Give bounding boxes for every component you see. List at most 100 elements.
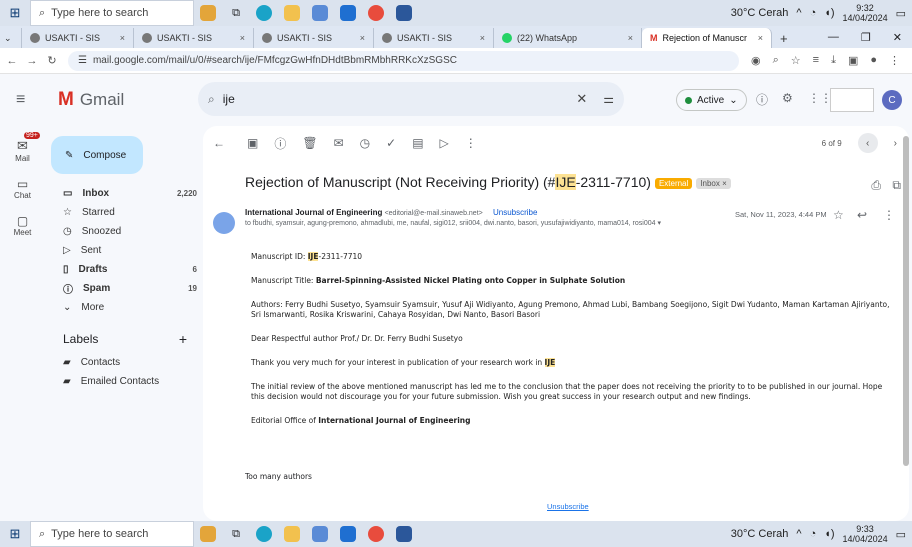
compose-button[interactable]: ✎ Compose: [51, 136, 143, 174]
eye-icon[interactable]: ◉: [751, 54, 761, 67]
weather-app-icon[interactable]: [194, 521, 222, 547]
menu-icon[interactable]: ⋮: [889, 54, 900, 67]
store-icon[interactable]: [306, 521, 334, 547]
notification-icon[interactable]: ▭: [896, 528, 906, 541]
browser-tab[interactable]: USAKTI - SIS ×: [254, 28, 374, 48]
weather-text[interactable]: 30°C Cerah: [731, 528, 789, 540]
sidebar-item-spam[interactable]: ⓘ Spam 19: [45, 279, 197, 298]
browser-tab[interactable]: USAKTI - SIS ×: [22, 28, 134, 48]
sidebar-item-starred[interactable]: ☆ Starred: [45, 203, 197, 222]
network-icon[interactable]: ◔: [810, 528, 817, 540]
sender-name[interactable]: International Journal of Engineering: [245, 208, 382, 217]
snooze-icon[interactable]: ◷: [360, 136, 370, 150]
browser-tab[interactable]: USAKTI - SIS ×: [134, 28, 254, 48]
chevron-right-icon[interactable]: ›: [894, 138, 897, 149]
sidepanel-icon[interactable]: ▣: [848, 54, 858, 67]
taskbar-search[interactable]: ⌕ Type here to search: [30, 0, 194, 26]
archive-icon[interactable]: ▣: [247, 136, 258, 150]
sidebar-item-snoozed[interactable]: ◷ Snoozed: [45, 222, 197, 241]
move-to-icon[interactable]: ▤: [412, 136, 423, 150]
add-label-icon[interactable]: +: [179, 331, 187, 347]
file-explorer-icon[interactable]: [278, 521, 306, 547]
open-new-window-icon[interactable]: ⧉: [892, 178, 901, 193]
restore-icon[interactable]: ❐: [861, 31, 871, 44]
mark-unread-icon[interactable]: ✉: [334, 136, 344, 150]
forward-icon[interactable]: →: [24, 55, 40, 67]
notification-icon[interactable]: ▭: [896, 7, 906, 20]
store-icon[interactable]: [306, 0, 334, 26]
download-icon[interactable]: ⤓: [831, 54, 836, 67]
word-icon[interactable]: [390, 0, 418, 26]
org-logo[interactable]: [830, 88, 874, 112]
sidebar-item-inbox[interactable]: ▭ Inbox 2,220: [45, 184, 197, 203]
close-window-icon[interactable]: ✕: [893, 31, 902, 44]
more-options-icon[interactable]: ⋮: [465, 136, 477, 150]
chevron-left-icon[interactable]: ‹: [857, 133, 878, 153]
clock[interactable]: 9:33 14/04/2024: [843, 524, 888, 544]
add-task-icon[interactable]: ✓: [386, 136, 396, 150]
zoom-icon[interactable]: ⌕: [773, 54, 779, 67]
sidebar-label-emailed-contacts[interactable]: ▰ Emailed Contacts: [45, 372, 197, 391]
scrollbar[interactable]: [903, 136, 909, 466]
status-active-button[interactable]: Active ⌄: [676, 89, 747, 111]
new-tab-button[interactable]: +: [772, 28, 796, 48]
chrome-icon[interactable]: [362, 0, 390, 26]
profile-icon[interactable]: ●: [870, 54, 877, 67]
volume-icon[interactable]: ◖): [824, 528, 834, 540]
volume-icon[interactable]: ◖): [824, 7, 834, 19]
sender-avatar[interactable]: [213, 212, 235, 234]
settings-icon[interactable]: ⚙: [782, 91, 793, 105]
clock[interactable]: 9:32 14/04/2024: [843, 3, 888, 23]
search-options-icon[interactable]: ⚌: [603, 92, 614, 106]
close-icon[interactable]: ×: [360, 33, 365, 43]
address-bar[interactable]: ☰ mail.google.com/mail/u/0/#search/ije/FM…: [68, 50, 739, 71]
close-icon[interactable]: ×: [120, 33, 125, 43]
close-icon[interactable]: ×: [758, 33, 763, 43]
report-spam-icon[interactable]: ⓘ: [274, 135, 286, 152]
chrome-icon[interactable]: [362, 521, 390, 547]
search-icon[interactable]: ⌕: [208, 92, 215, 107]
close-icon[interactable]: ×: [628, 33, 633, 43]
reply-icon[interactable]: ↩: [857, 208, 867, 222]
extensions-icon[interactable]: ≡: [813, 54, 819, 67]
search-input[interactable]: ⌕ ije ✕ ⚌: [198, 82, 624, 116]
account-avatar[interactable]: C: [882, 90, 902, 110]
sidebar-item-sent[interactable]: ▷ Sent: [45, 241, 197, 260]
mail-app-icon[interactable]: [334, 0, 362, 26]
edge-icon[interactable]: [250, 521, 278, 547]
windows-start-icon[interactable]: ⊞: [0, 526, 30, 542]
rail-chat[interactable]: ▭ Chat: [0, 177, 45, 200]
file-explorer-icon[interactable]: [278, 0, 306, 26]
unsubscribe-link[interactable]: Unsubscribe: [493, 208, 537, 217]
back-icon[interactable]: ←: [4, 55, 20, 67]
edge-icon[interactable]: [250, 0, 278, 26]
close-icon[interactable]: ×: [240, 33, 245, 43]
footer-unsubscribe-link[interactable]: Unsubscribe: [547, 502, 589, 511]
task-view-icon[interactable]: ⧉: [222, 521, 250, 547]
weather-text[interactable]: 30°C Cerah: [731, 7, 789, 19]
sidebar-label-contacts[interactable]: ▰ Contacts: [45, 353, 197, 372]
main-menu-icon[interactable]: ≡: [16, 91, 25, 109]
sidebar-item-more[interactable]: ⌄ More: [45, 298, 197, 317]
rail-mail[interactable]: ✉ 99+ Mail: [0, 132, 45, 163]
word-icon[interactable]: [390, 521, 418, 547]
recipients-line[interactable]: to fbudhi, syamsuir, agung-premono, ahma…: [245, 219, 661, 227]
back-to-list-icon[interactable]: ←: [213, 136, 225, 150]
browser-tab-active[interactable]: M Rejection of Manuscr ×: [642, 28, 772, 48]
taskbar-search[interactable]: ⌕ Type here to search: [30, 521, 194, 547]
star-icon[interactable]: ☆: [833, 208, 844, 222]
browser-tab[interactable]: USAKTI - SIS ×: [374, 28, 494, 48]
mail-app-icon[interactable]: [334, 521, 362, 547]
tab-list-icon[interactable]: ⌄: [0, 28, 22, 48]
browser-tab[interactable]: (22) WhatsApp ×: [494, 28, 642, 48]
more-vert-icon[interactable]: ⋮: [883, 208, 895, 222]
print-icon[interactable]: ⎙: [871, 178, 881, 193]
close-icon[interactable]: ×: [480, 33, 485, 43]
delete-icon[interactable]: 🗑: [302, 136, 317, 150]
clear-search-icon[interactable]: ✕: [576, 91, 587, 107]
network-icon[interactable]: ◔: [810, 7, 817, 19]
task-view-icon[interactable]: ⧉: [222, 0, 250, 26]
apps-grid-icon[interactable]: ⋮⋮: [808, 91, 832, 105]
windows-start-icon[interactable]: ⊞: [0, 5, 30, 21]
chevron-up-icon[interactable]: ^: [796, 7, 801, 19]
